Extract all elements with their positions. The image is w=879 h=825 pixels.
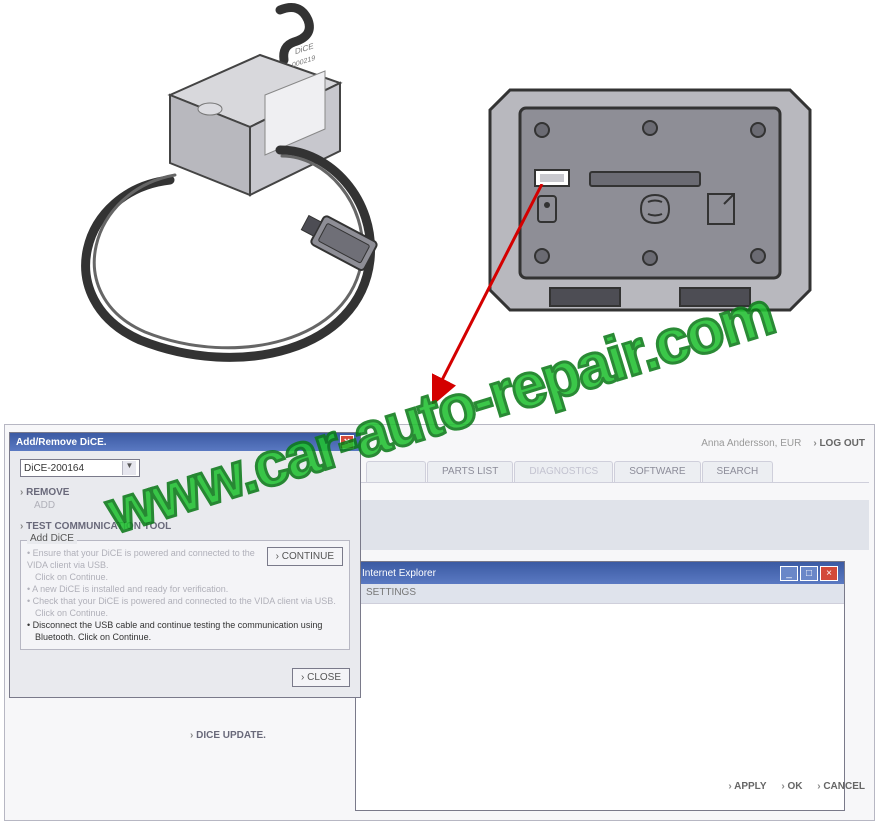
dialog-titlebar: Add/Remove DiCE. × [10, 433, 360, 451]
tab-diagnostics[interactable]: DIAGNOSTICS [514, 461, 613, 483]
add-remove-dice-dialog: Add/Remove DiCE. × DiCE-200164 ▼ REMOVE … [9, 432, 361, 698]
continue-button[interactable]: › CONTINUE [267, 547, 343, 566]
device-label-sub: 000219 [292, 54, 315, 69]
maximize-icon[interactable]: □ [800, 566, 818, 581]
settings-label[interactable]: SETTINGS [366, 587, 416, 598]
tabs-row: PARTS LIST DIAGNOSTICS SOFTWARE SEARCH [366, 461, 869, 483]
close-button[interactable]: › CLOSE [292, 668, 350, 687]
action-row: APPLY OK CANCEL [170, 781, 869, 792]
user-name: Anna Andersson, EUR [701, 438, 801, 449]
panel-title: Add DiCE [27, 533, 77, 544]
dialog-body: DiCE-200164 ▼ REMOVE ADD TEST COMMUNICAT… [10, 451, 360, 660]
tab-software[interactable]: SOFTWARE [614, 461, 700, 483]
ok-button[interactable]: OK [781, 781, 802, 792]
section-remove[interactable]: REMOVE [20, 487, 350, 498]
combo-value: DiCE-200164 [24, 463, 84, 474]
dialog-title: Add/Remove DiCE. [16, 437, 107, 448]
dice-update-heading[interactable]: DICE UPDATE. [190, 730, 869, 741]
chevron-down-icon: ▼ [122, 461, 136, 475]
apply-button[interactable]: APPLY [728, 781, 766, 792]
tab-parts-list[interactable]: PARTS LIST [427, 461, 513, 483]
tab-blank[interactable] [366, 461, 426, 483]
dialog-close-icon[interactable]: × [340, 435, 354, 449]
dice-device-illustration: DiCE 000219 [60, 0, 410, 380]
cancel-button[interactable]: CANCEL [817, 781, 865, 792]
subwindow-toolbar: SETTINGS [356, 584, 844, 604]
lower-section: DICE UPDATE. APPLY OK CANCEL [170, 730, 869, 792]
minimize-icon[interactable]: _ [780, 566, 798, 581]
subwindow-title: Internet Explorer [362, 568, 436, 579]
illustration-area: DiCE 000219 [0, 0, 879, 395]
logout-link[interactable]: LOG OUT [813, 438, 865, 449]
subwindow-titlebar: Internet Explorer _ □ × [356, 562, 844, 584]
close-icon[interactable]: × [820, 566, 838, 581]
car-unit-illustration [480, 60, 820, 340]
add-dice-panel: Add DiCE › CONTINUE • Ensure that your D… [20, 540, 350, 650]
section-test-comm[interactable]: TEST COMMUNICATION TOOL [20, 521, 350, 532]
sub-item-add[interactable]: ADD [34, 500, 350, 511]
tab-search[interactable]: SEARCH [702, 461, 774, 483]
user-info-bar: Anna Andersson, EUR LOG OUT [701, 438, 865, 449]
window-buttons: _ □ × [780, 566, 838, 581]
subwindow-body [356, 604, 844, 644]
dice-select-combo[interactable]: DiCE-200164 ▼ [20, 459, 140, 477]
dialog-footer: › CLOSE [10, 660, 360, 697]
